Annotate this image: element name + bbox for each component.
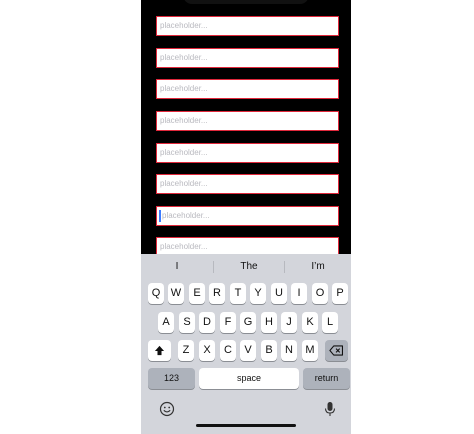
key-i[interactable]: I — [291, 283, 307, 304]
placeholder-text: placeholder... — [160, 148, 208, 157]
text-field-4[interactable]: placeholder... — [156, 111, 339, 131]
suggestion-bar: I The I’m — [141, 254, 351, 280]
key-f[interactable]: F — [220, 312, 236, 333]
key-b[interactable]: B — [261, 340, 277, 361]
return-key[interactable]: return — [303, 368, 350, 389]
text-field-1[interactable]: placeholder... — [156, 16, 339, 36]
text-caret — [159, 210, 161, 222]
key-a[interactable]: A — [158, 312, 174, 333]
placeholder-text: placeholder... — [162, 211, 210, 220]
key-n[interactable]: N — [281, 340, 297, 361]
key-p[interactable]: P — [332, 283, 348, 304]
key-c[interactable]: C — [220, 340, 236, 361]
key-g[interactable]: G — [240, 312, 256, 333]
key-y[interactable]: Y — [250, 283, 266, 304]
numbers-key[interactable]: 123 — [148, 368, 195, 389]
key-h[interactable]: H — [261, 312, 277, 333]
key-o[interactable]: O — [312, 283, 328, 304]
placeholder-text: placeholder... — [160, 179, 208, 188]
suggestion-3[interactable]: I’m — [285, 254, 351, 280]
text-field-2[interactable]: placeholder... — [156, 48, 339, 68]
delete-key[interactable] — [325, 340, 348, 361]
key-j[interactable]: J — [281, 312, 297, 333]
key-z[interactable]: Z — [178, 340, 194, 361]
home-indicator — [196, 424, 296, 427]
phone-screen: placeholder... placeholder... placeholde… — [141, 0, 351, 434]
text-field-6[interactable]: placeholder... — [156, 174, 339, 194]
shift-key[interactable] — [148, 340, 171, 361]
key-u[interactable]: U — [271, 283, 287, 304]
device-notch — [183, 0, 309, 4]
key-r[interactable]: R — [209, 283, 225, 304]
emoji-button[interactable] — [159, 401, 175, 417]
key-v[interactable]: V — [240, 340, 256, 361]
key-s[interactable]: S — [179, 312, 195, 333]
key-d[interactable]: D — [199, 312, 215, 333]
key-l[interactable]: L — [322, 312, 338, 333]
placeholder-text: placeholder... — [160, 53, 208, 62]
delete-backspace-icon — [329, 345, 344, 356]
key-t[interactable]: T — [230, 283, 246, 304]
placeholder-text: placeholder... — [160, 242, 208, 251]
key-x[interactable]: X — [199, 340, 215, 361]
text-field-7-focused[interactable]: placeholder... — [156, 206, 339, 226]
key-e[interactable]: E — [189, 283, 205, 304]
space-key[interactable]: space — [199, 368, 299, 389]
key-m[interactable]: M — [302, 340, 318, 361]
placeholder-text: placeholder... — [160, 84, 208, 93]
key-k[interactable]: K — [302, 312, 318, 333]
emoji-icon — [159, 401, 175, 417]
text-field-5[interactable]: placeholder... — [156, 143, 339, 163]
microphone-icon — [324, 402, 336, 416]
key-q[interactable]: Q — [148, 283, 164, 304]
suggestion-2[interactable]: The — [214, 254, 284, 280]
key-w[interactable]: W — [168, 283, 184, 304]
onscreen-keyboard: I The I’m Q W E R T Y U I O P A S D F G … — [141, 254, 351, 434]
placeholder-text: placeholder... — [160, 116, 208, 125]
dictation-button[interactable] — [324, 401, 336, 417]
suggestion-1[interactable]: I — [141, 254, 213, 280]
shift-arrow-icon — [154, 345, 165, 356]
placeholder-text: placeholder... — [160, 21, 208, 30]
text-field-3[interactable]: placeholder... — [156, 79, 339, 99]
